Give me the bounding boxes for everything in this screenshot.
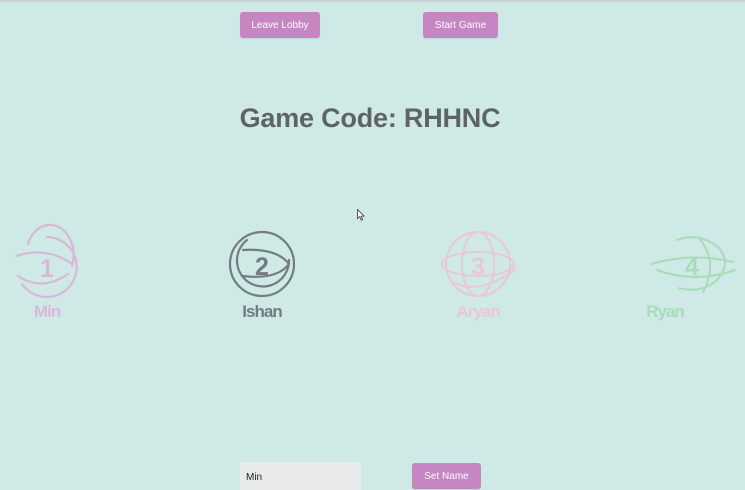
player-number: 1 [40, 255, 54, 283]
orbit-circle-icon: 1 [14, 223, 78, 299]
player-number: 4 [685, 253, 699, 281]
player-name-3: Aryan [456, 302, 500, 321]
start-game-button[interactable]: Start Game [423, 12, 498, 38]
player-name-2: Ishan [242, 302, 282, 321]
orbit-circle-icon: 4 [650, 236, 736, 293]
mouse-cursor-icon [357, 209, 365, 221]
player-number: 2 [255, 253, 269, 281]
window-top-border [0, 0, 745, 2]
game-code-title: Game Code: RHHNC [239, 103, 501, 133]
set-name-button[interactable]: Set Name [412, 463, 481, 489]
player-number: 3 [471, 253, 485, 281]
player-name-4: Ryan [646, 302, 685, 321]
orbit-circle-icon: 3 [441, 231, 516, 297]
orbit-circle-icon: 2 [228, 230, 296, 298]
player-name-input[interactable] [240, 462, 361, 490]
leave-lobby-button[interactable]: Leave Lobby [240, 12, 320, 38]
player-name-1: Min [33, 302, 61, 321]
